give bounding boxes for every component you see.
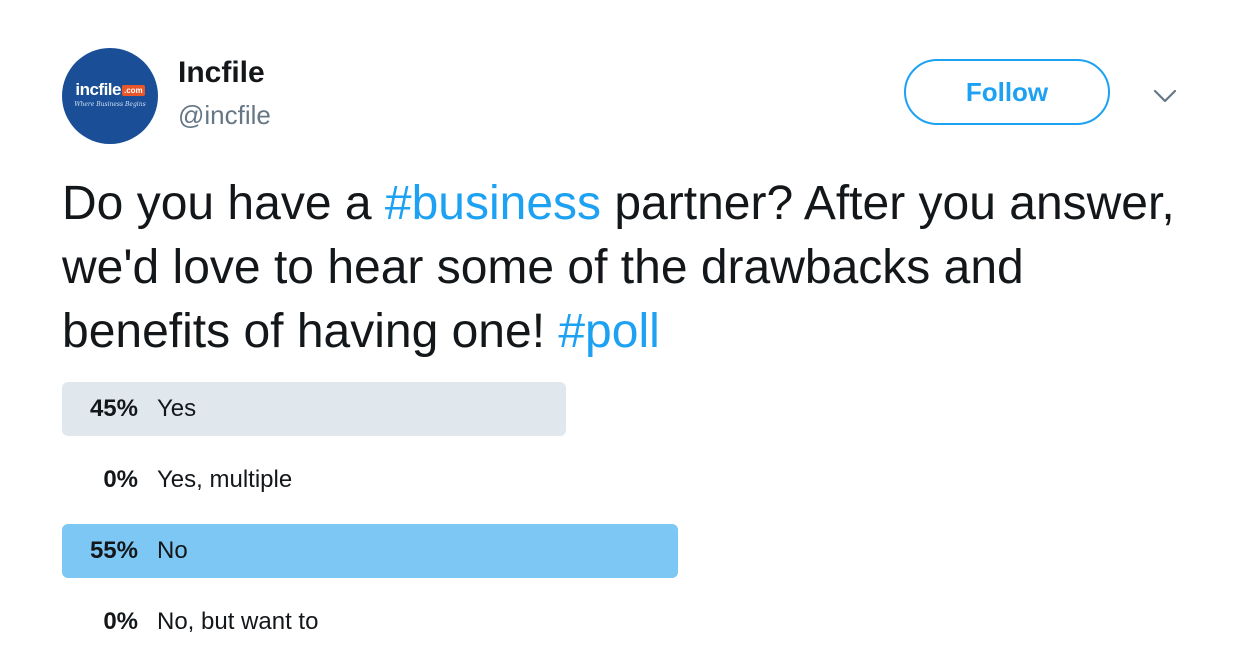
follow-button[interactable]: Follow <box>904 59 1110 125</box>
account-name[interactable]: Incfile <box>178 56 265 90</box>
poll-label: No <box>157 537 188 564</box>
tweet-text-part-1: Do you have a <box>62 177 385 230</box>
incfile-logo: incfile .com <box>75 80 145 100</box>
poll-option-yes-multiple: 0% Yes, multiple <box>62 453 1182 507</box>
poll: 45% Yes 0% Yes, multiple 55% No 0% No, b… <box>62 382 1182 666</box>
poll-percent: 45% <box>89 395 138 422</box>
logo-wordmark: incfile <box>75 80 121 99</box>
poll-percent: 0% <box>103 466 138 493</box>
account-handle[interactable]: @incfile <box>178 100 271 131</box>
poll-bar-leading <box>62 524 678 578</box>
logo-badge: .com <box>121 84 145 96</box>
poll-percent: 55% <box>89 537 138 564</box>
avatar[interactable]: incfile .com Where Business Begins <box>62 48 158 144</box>
poll-option-no: 55% No <box>62 524 1182 578</box>
poll-label: Yes <box>157 395 197 422</box>
poll-option-yes: 45% Yes <box>62 382 1182 436</box>
hashtag-business[interactable]: #business <box>385 177 601 230</box>
hashtag-poll[interactable]: #poll <box>558 305 659 358</box>
chevron-down-icon[interactable] <box>1150 84 1180 108</box>
chevron-down-icon-svg <box>1153 89 1177 103</box>
poll-percent: 0% <box>103 608 138 635</box>
logo-tagline: Where Business Begins <box>74 101 146 108</box>
tweet-text: Do you have a #business partner? After y… <box>62 172 1202 364</box>
poll-label: No, but want to <box>157 608 319 635</box>
poll-option-no-but-want-to: 0% No, but want to <box>62 595 1182 649</box>
poll-label: Yes, multiple <box>157 466 293 493</box>
